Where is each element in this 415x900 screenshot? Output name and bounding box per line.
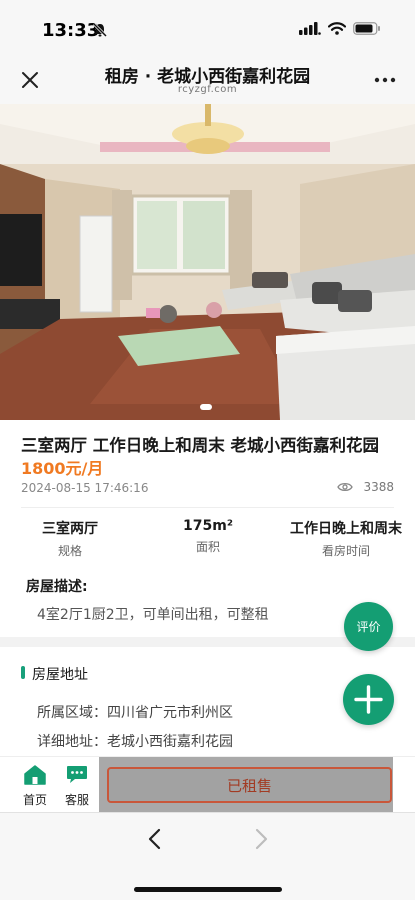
listing-price: 1800元/月 [21, 459, 104, 478]
eye-icon [337, 482, 354, 492]
browser-navigation [0, 812, 415, 900]
bell-muted-icon [92, 22, 108, 38]
address-detail-label: 详细地址： [37, 734, 107, 750]
spec-layout: 三室两厅 规格 [0, 518, 140, 559]
address-region-label: 所属区域： [37, 705, 107, 721]
page-domain: rcyzgf.com [177, 84, 238, 95]
home-tab[interactable]: 首页 [15, 765, 55, 808]
wifi-icon [328, 22, 346, 35]
section-accent-bar [21, 666, 25, 679]
home-tab-label: 首页 [22, 793, 47, 807]
spec-viewing-time: 工作日晚上和周末 看房时间 [276, 518, 415, 559]
add-button[interactable] [343, 674, 394, 725]
spec-label: 规格 [57, 544, 82, 558]
spec-row: 三室两厅 规格 175m² 面积 工作日晚上和周末 看房时间 [0, 518, 415, 558]
status-indicators [299, 22, 381, 35]
listing-date: 2024-08-15 17:46:16 [21, 481, 149, 495]
address-heading: 房屋地址 [32, 667, 88, 683]
rented-status-button[interactable]: 已租售 [107, 767, 392, 803]
spec-value: 175m² [183, 518, 233, 534]
more-icon[interactable] [373, 70, 397, 90]
signal-icon [299, 22, 321, 35]
spec-value: 工作日晚上和周末 [290, 521, 402, 537]
battery-icon [353, 22, 380, 35]
home-icon [24, 765, 46, 785]
spec-value: 三室两厅 [42, 521, 98, 537]
listing-title: 三室两厅 工作日晚上和周末 老城小西街嘉利花园 [21, 436, 379, 455]
service-tab[interactable]: 客服 [57, 765, 97, 808]
spec-label: 面积 [195, 540, 220, 554]
address-region-row: 所属区域：四川省广元市利州区 [37, 702, 233, 722]
view-count: 3388 [337, 480, 394, 494]
rented-overlay: 已租售 [99, 757, 393, 813]
address-detail-row: 详细地址：老城小西街嘉利花园 [37, 731, 233, 751]
spec-label: 看房时间 [321, 544, 370, 558]
view-count-value: 3388 [363, 480, 394, 494]
plus-icon [354, 685, 383, 714]
living-room-image [0, 104, 415, 420]
listing-photo[interactable] [0, 104, 415, 420]
description-heading: 房屋描述: [26, 579, 88, 595]
status-time: 13:33 [42, 20, 100, 41]
address-detail-value: 老城小西街嘉利花园 [107, 734, 233, 750]
status-bar: 13:33 [0, 0, 415, 58]
divider [21, 507, 394, 508]
review-button[interactable]: 评价 [344, 602, 393, 651]
description-text: 4室2厅1厨2卫，可单间出租，可整租 [37, 607, 269, 623]
nav-header: 租房 · 老城小西街嘉利花园 rcyzgf.com [0, 58, 415, 104]
back-chevron-icon[interactable] [145, 827, 165, 851]
spec-area: 175m² 面积 [138, 518, 278, 555]
carousel-indicator [200, 404, 212, 410]
address-region-value: 四川省广元市利州区 [107, 705, 233, 721]
bottom-action-bar: 首页 客服 已租售 [0, 756, 415, 813]
home-indicator [134, 887, 282, 892]
forward-chevron-icon[interactable] [251, 827, 271, 851]
chat-icon [67, 766, 87, 783]
service-tab-label: 客服 [64, 793, 89, 807]
